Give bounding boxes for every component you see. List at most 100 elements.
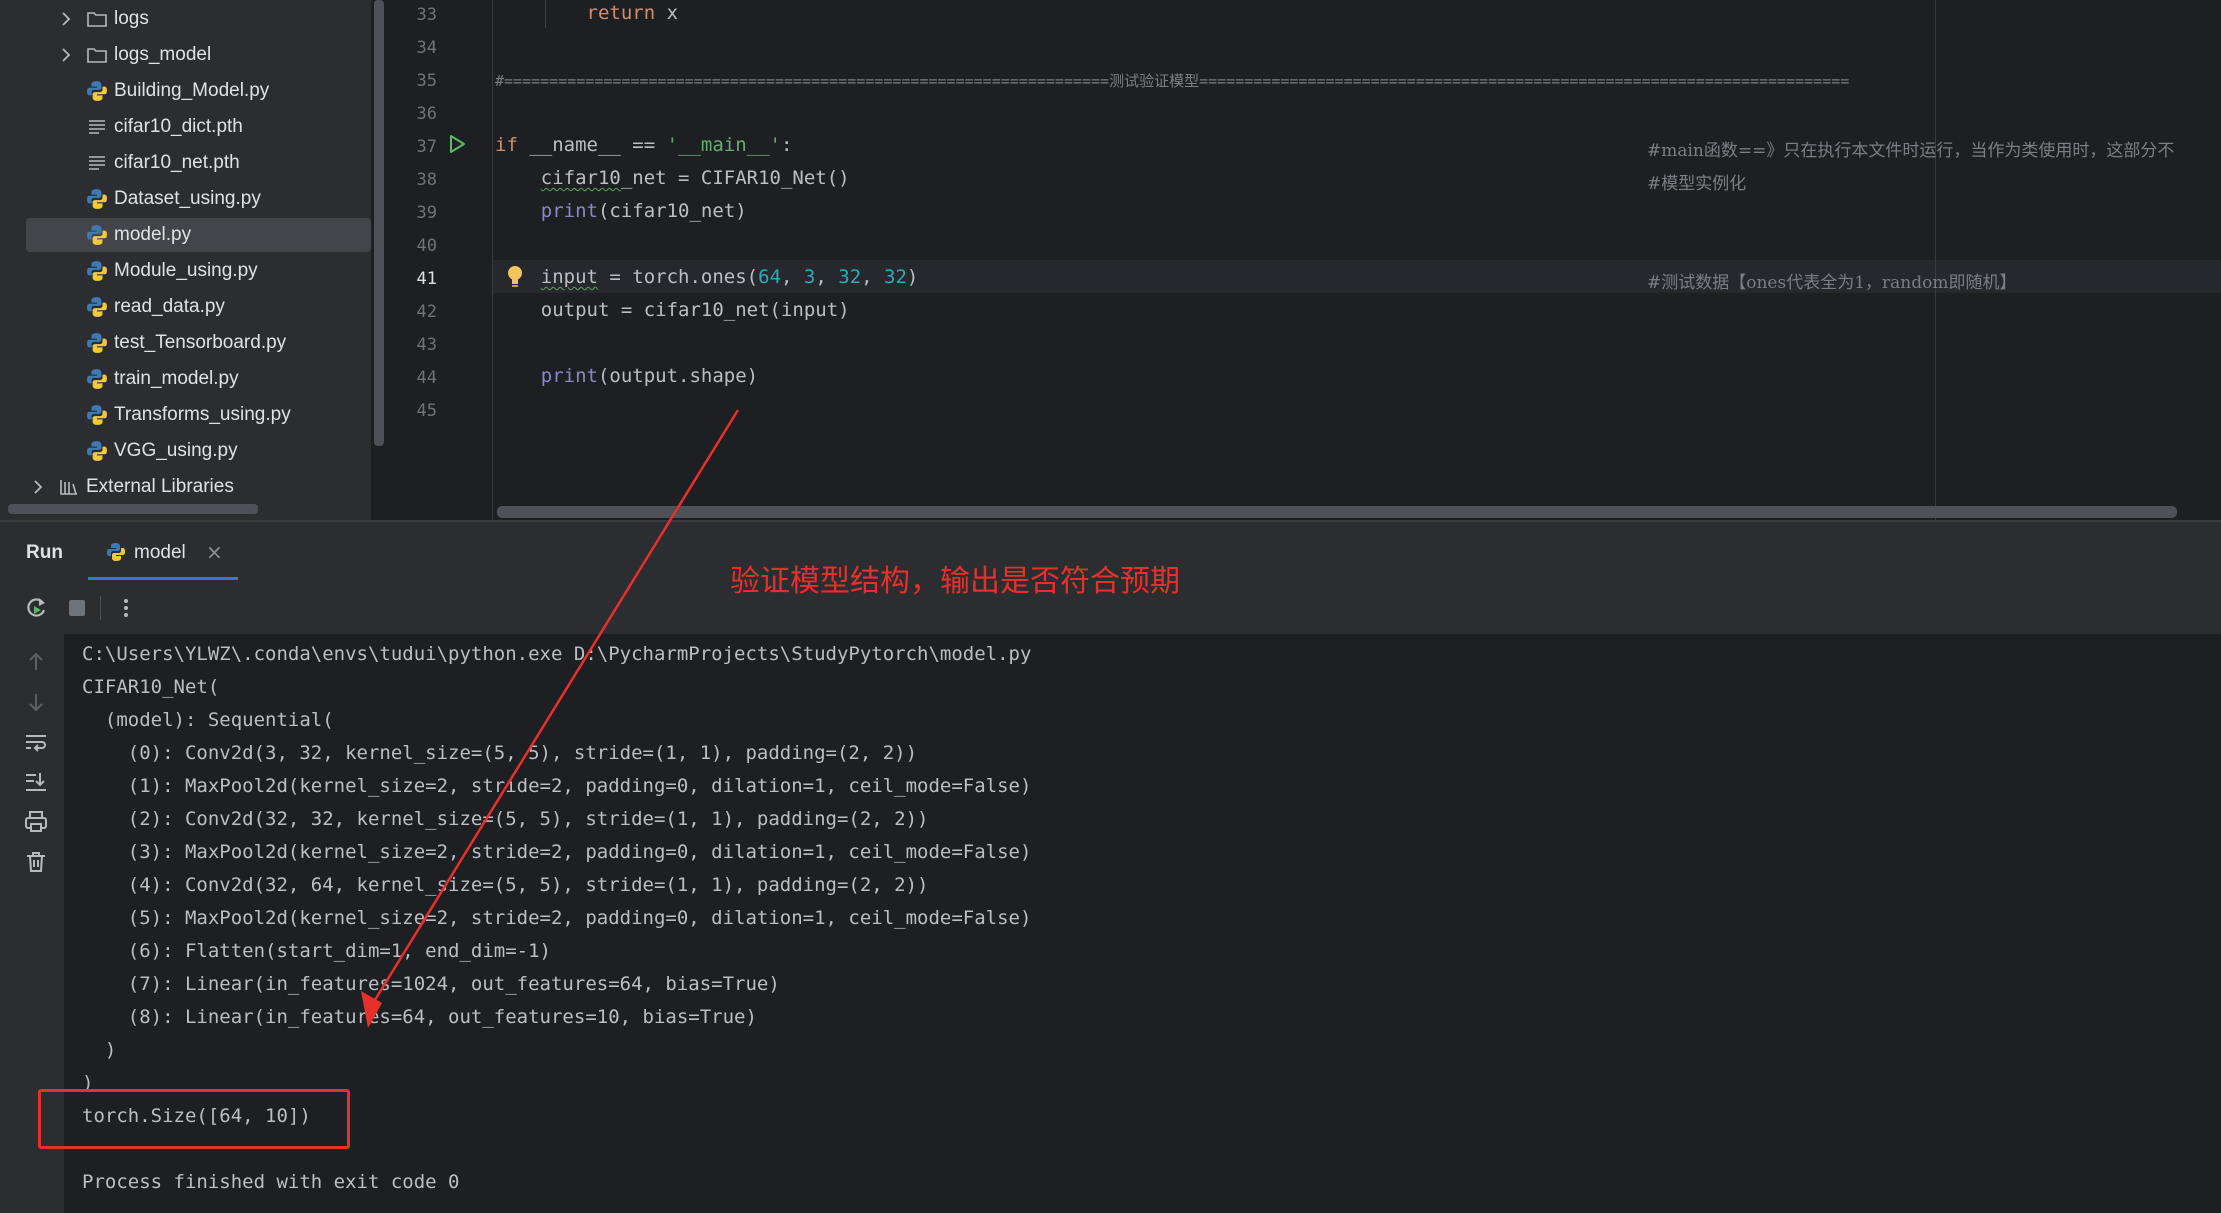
string-token: '__main__' (666, 134, 781, 156)
tree-item[interactable]: Building_Model.py (0, 74, 371, 108)
line-number: 43 (416, 335, 437, 355)
tree-item-label: Dataset_using.py (114, 188, 261, 209)
tree-item[interactable]: External Libraries (0, 470, 371, 504)
trash-icon[interactable] (22, 848, 50, 876)
arrow-up-icon[interactable] (22, 648, 50, 676)
console-line: (6): Flatten(start_dim=1, end_dim=-1) (82, 940, 551, 962)
tree-item[interactable]: test_Tensorboard.py (0, 326, 371, 360)
run-console-output[interactable]: C:\Users\YLWZ\.conda\envs\tudui\python.e… (64, 634, 2221, 1213)
python-file-icon (87, 225, 107, 245)
tree-item[interactable]: train_model.py (0, 362, 371, 396)
tree-item-label: Building_Model.py (114, 80, 270, 101)
tree-item[interactable]: model.py (0, 218, 371, 252)
chevron-right-icon[interactable] (56, 45, 76, 65)
code-token: output = cifar10_net(input) (540, 299, 850, 321)
variable-input[interactable]: input (541, 266, 598, 288)
code-line[interactable]: print(cifar10_net) (495, 200, 747, 222)
soft-wrap-icon[interactable] (22, 728, 50, 756)
line-number: 37 (416, 137, 437, 157)
tab-model-label: model (134, 542, 186, 563)
annotation-label: 验证模型结构，输出是否符合预期 (730, 564, 1180, 599)
tree-item[interactable]: logs_model (0, 38, 371, 72)
console-line: C:\Users\YLWZ\.conda\envs\tudui\python.e… (82, 643, 1032, 665)
builtin-token: print (540, 365, 598, 387)
line-number: 40 (416, 236, 437, 256)
code-comment: #测试数据【ones代表全为1，random即随机】 (1647, 273, 2017, 293)
code-token: (cifar10_net) (597, 200, 747, 222)
python-file-icon (87, 297, 107, 317)
console-line: (2): Conv2d(32, 32, kernel_size=(5, 5), … (82, 808, 929, 830)
editor-horizontal-scrollbar[interactable] (497, 506, 2177, 518)
tree-item-label: cifar10_dict.pth (114, 116, 243, 137)
project-tree: logs logs_model Building_Model.py cifar10_d… (0, 0, 371, 520)
line-number: 39 (416, 203, 437, 223)
code-line[interactable]: input = torch.ones(64, 3, 32, 32) (495, 266, 919, 288)
tree-item[interactable]: cifar10_net.pth (0, 146, 371, 180)
code-token: (output.shape) (597, 365, 759, 387)
typo-token[interactable]: cifar10 (541, 167, 621, 189)
tree-item-label: Module_using.py (114, 260, 258, 281)
number-token: 32 (884, 266, 907, 288)
console-line: (model): Sequential( (82, 709, 334, 731)
tree-item-label: Transforms_using.py (114, 404, 291, 425)
arrow-down-icon[interactable] (22, 688, 50, 716)
tree-item[interactable]: Dataset_using.py (0, 182, 371, 216)
close-icon[interactable]: × (206, 540, 223, 564)
console-line: (7): Linear(in_features=1024, out_featur… (82, 973, 780, 995)
run-main-gutter-icon[interactable] (447, 134, 467, 154)
line-number: 44 (416, 368, 437, 388)
chevron-right-icon[interactable] (28, 477, 48, 497)
code-token: ) (906, 266, 919, 288)
number-token: 3 (803, 266, 816, 288)
console-line: (4): Conv2d(32, 64, kernel_size=(5, 5), … (82, 874, 929, 896)
console-line: (5): MaxPool2d(kernel_size=2, stride=2, … (82, 907, 1032, 929)
console-line: Process finished with exit code 0 (82, 1171, 460, 1193)
tree-vertical-scrollbar[interactable] (374, 0, 384, 446)
line-number: 42 (416, 302, 437, 322)
code-comment: #=======================================… (495, 72, 1850, 90)
code-token: _net = CIFAR10_Net() (620, 167, 850, 189)
code-line[interactable]: if __name__ == '__main__': (495, 134, 792, 156)
line-number: 33 (416, 5, 437, 25)
code-line[interactable]: return x (495, 2, 679, 24)
tree-item[interactable]: cifar10_dict.pth (0, 110, 371, 144)
code-line[interactable]: print(output.shape) (495, 365, 758, 387)
code-line[interactable]: output = cifar10_net(input) (495, 299, 850, 321)
code-token: , (861, 266, 885, 288)
tree-item-label: test_Tensorboard.py (114, 332, 287, 353)
line-number: 45 (416, 401, 437, 421)
lightbulb-icon[interactable] (505, 264, 525, 288)
tree-item[interactable]: Transforms_using.py (0, 398, 371, 432)
tree-item[interactable]: Module_using.py (0, 254, 371, 288)
tab-model[interactable]: model × (88, 522, 238, 582)
more-options-icon[interactable] (113, 595, 139, 621)
code-editor[interactable]: 33 34 35 36 37 38 39 40 41 42 43 44 45 return x #====… (389, 0, 2221, 520)
code-token: __name__ == (517, 134, 667, 156)
tree-horizontal-scrollbar[interactable] (8, 504, 258, 514)
scroll-to-end-icon[interactable] (22, 768, 50, 796)
python-file-icon (87, 81, 107, 101)
tree-item-label: read_data.py (114, 296, 225, 317)
console-line: ) (82, 1039, 117, 1061)
code-token: x (655, 2, 679, 24)
tree-item-label: train_model.py (114, 368, 239, 389)
run-panel-title: Run (26, 542, 63, 563)
console-line: CIFAR10_Net( (82, 676, 220, 698)
stop-icon[interactable] (64, 595, 90, 621)
code-line[interactable]: cifar10_net = CIFAR10_Net() (495, 167, 850, 189)
code-token: , (781, 266, 804, 288)
chevron-right-icon[interactable] (56, 9, 76, 29)
rerun-icon[interactable] (23, 595, 49, 621)
print-icon[interactable] (22, 808, 50, 836)
tree-item-label: VGG_using.py (114, 440, 238, 461)
line-number: 38 (416, 170, 437, 190)
tree-item[interactable]: read_data.py (0, 290, 371, 324)
line-number: 34 (416, 38, 437, 58)
keyword-token: if (495, 134, 518, 156)
tree-item[interactable]: logs (0, 2, 371, 36)
code-comment: #main函数==》只在执行本文件时运行，当作为类使用时，这部分不 (1647, 141, 2175, 161)
tree-item[interactable]: VGG_using.py (0, 434, 371, 468)
